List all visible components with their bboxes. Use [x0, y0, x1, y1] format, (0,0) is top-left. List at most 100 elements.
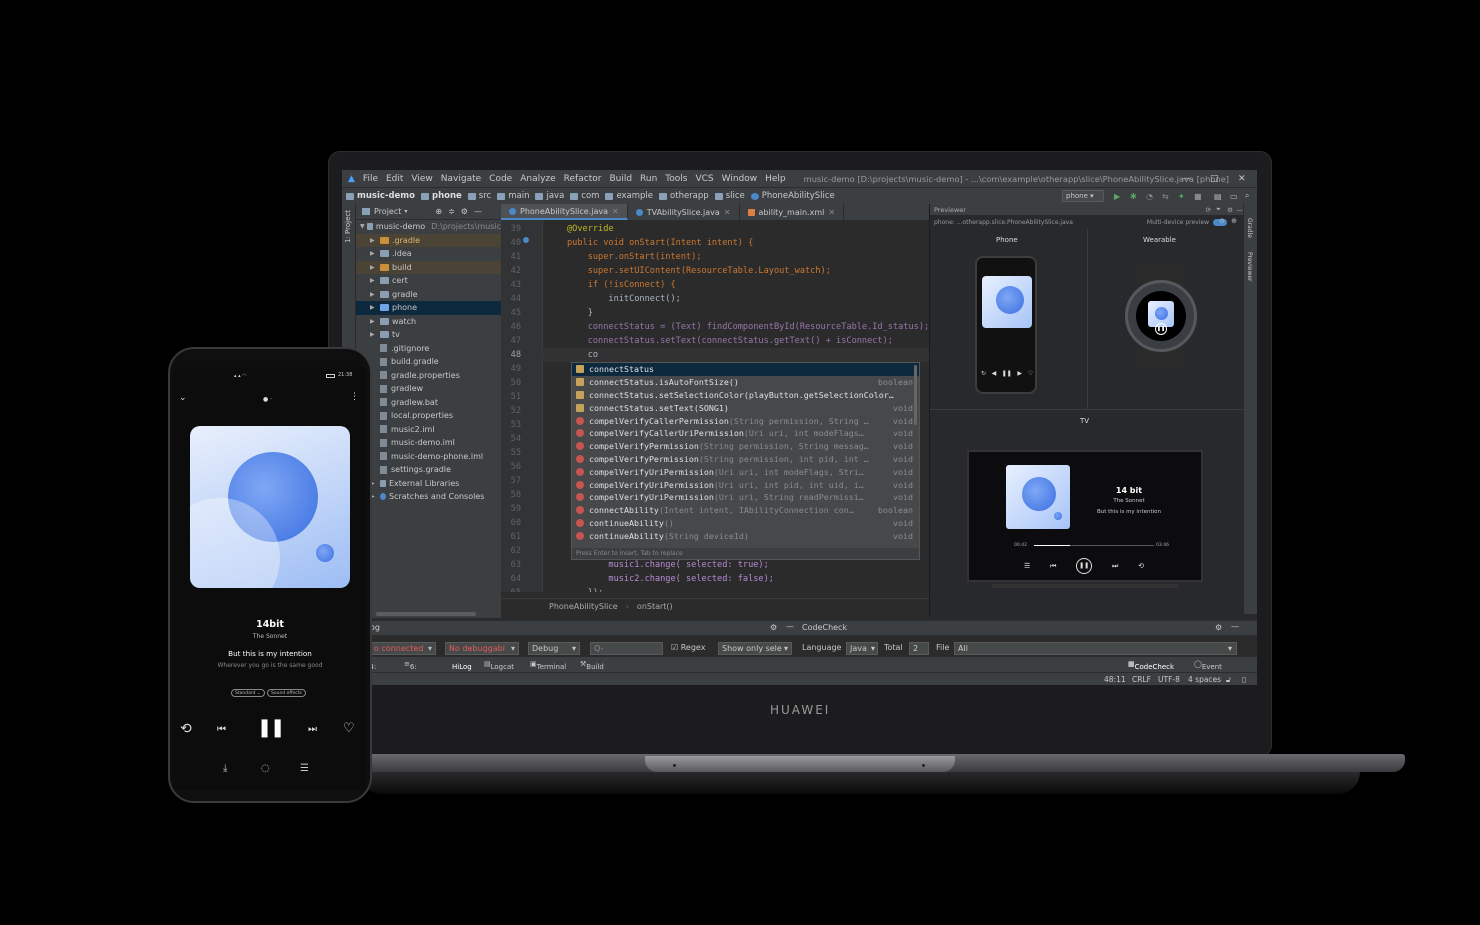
menu-analyze[interactable]: Analyze [520, 174, 555, 184]
tree-item-gradle-properties[interactable]: gradle.properties [356, 369, 501, 383]
tree-item-music-demo-iml[interactable]: music-demo.iml [356, 436, 501, 450]
watch-preview[interactable]: ❚❚ [1125, 280, 1197, 352]
favorite-heart-icon[interactable]: ♡ [343, 721, 355, 736]
crumb-slice[interactable]: slice [714, 191, 745, 201]
completion-item[interactable]: compelVerifyCallerPermission (String perm… [572, 414, 919, 427]
gradle-tool-tab[interactable]: Gradle [1246, 218, 1253, 238]
file-encoding[interactable]: UTF-8 [1158, 675, 1180, 684]
device-manager-icon[interactable]: ✦ [1178, 192, 1185, 201]
locate-icon[interactable]: ⊕ [435, 207, 442, 216]
tree-item-local-properties[interactable]: local.properties [356, 409, 501, 423]
project-view-selector[interactable]: Project [374, 207, 401, 216]
hide-icon[interactable]: — [474, 207, 482, 216]
settings-gear-icon[interactable]: ⚙ [461, 207, 468, 216]
tree-item-settings-gradle[interactable]: settings.gradle [356, 463, 501, 477]
crumb-com[interactable]: com [570, 191, 599, 201]
level-combo[interactable]: Debug ▾ [528, 642, 580, 655]
next-icon[interactable]: ⏭ [308, 724, 317, 735]
project-scrollbar[interactable] [376, 612, 476, 616]
download-icon[interactable]: ⤓ [223, 763, 227, 774]
menu-file[interactable]: File [363, 174, 378, 184]
tree-item-gradle[interactable]: ▶ gradle [356, 288, 501, 302]
notifications-icon[interactable]: ▯ [1242, 675, 1246, 684]
completion-item[interactable]: compelVerifyUriPermission (Uri uri, Strin… [572, 491, 919, 504]
crumb-src[interactable]: src [467, 191, 491, 201]
tree-item-watch[interactable]: ▶ watch [356, 315, 501, 329]
sound-effects-pill[interactable]: Sound effects [267, 689, 306, 697]
device-selector[interactable]: phone ▾ [1062, 190, 1104, 202]
previewer-gear-icon[interactable]: ⚙ [1227, 206, 1233, 214]
menu-code[interactable]: Code [489, 174, 512, 184]
attach-icon[interactable]: ⇆ [1162, 192, 1169, 201]
comment-icon[interactable]: ◌ [261, 763, 270, 774]
completion-item[interactable]: connectStatus.setText(SONG1) void [572, 401, 919, 414]
tree-item-gradlew[interactable]: gradlew [356, 382, 501, 396]
popup-scrollbar[interactable] [914, 365, 917, 425]
pause-icon[interactable]: ❚❚ [257, 717, 285, 738]
tree-item-music2-iml[interactable]: music2.iml [356, 423, 501, 437]
tree-item-build[interactable]: ▶ build [356, 260, 501, 274]
crumb-main[interactable]: main [497, 191, 529, 201]
project-structure-icon[interactable]: ▤ [1214, 192, 1222, 201]
completion-item[interactable]: compelVerifyUriPermission (Uri uri, int m… [572, 465, 919, 478]
crumb-module[interactable]: phone [421, 191, 462, 201]
caret-position[interactable]: 48:11 [1104, 675, 1126, 684]
refresh-icon[interactable]: ⟳ [1206, 206, 1211, 214]
tab-tv-ability-slice[interactable]: TVAbilitySlice.java ✕ [628, 204, 740, 220]
tree-root[interactable]: ▼ music-demo D:\projects\music [356, 220, 501, 234]
phone-preview[interactable]: ↻ ◀ ❚❚ ▶ ♡ [975, 256, 1037, 394]
run-icon[interactable]: ▶ [1114, 192, 1120, 201]
tree-item-cert[interactable]: ▶ cert [356, 274, 501, 288]
debug-icon[interactable]: ✱ [1130, 192, 1137, 201]
more-options-icon[interactable]: ⋮ [350, 392, 359, 402]
tree-item-external-libraries[interactable]: ▶ External Libraries [356, 477, 501, 491]
tree-item-phone[interactable]: ▶ phone [356, 301, 501, 315]
tab-phone-ability-slice[interactable]: PhoneAbilitySlice.java ✕ [501, 204, 628, 220]
tree-item-idea[interactable]: ▶ .idea [356, 247, 501, 261]
close-icon[interactable]: ✕ [1238, 174, 1246, 184]
tree-item-tv[interactable]: ▶ tv [356, 328, 501, 342]
layout-icon[interactable]: ▭ [1230, 192, 1238, 201]
total-field[interactable]: 2 [909, 642, 929, 655]
crumb-project[interactable]: music-demo [346, 191, 415, 201]
menu-tools[interactable]: Tools [665, 174, 687, 184]
menu-refactor[interactable]: Refactor [564, 174, 602, 184]
filter-icon[interactable]: ⏷ [1216, 205, 1221, 214]
completion-item[interactable]: connectStatus [572, 363, 919, 376]
completion-item[interactable]: connectAbility (Intent intent, IAbilityCo… [572, 504, 919, 517]
tab-close-icon[interactable]: ✕ [828, 208, 835, 217]
completion-item[interactable]: connectStatus.isAutoFontSize() boolean [572, 376, 919, 389]
tool-tab-event-log[interactable]: ◯ Event Log [1194, 660, 1222, 679]
tab-close-icon[interactable]: ✕ [612, 207, 619, 216]
codecheck-hide-icon[interactable]: — [1231, 622, 1239, 631]
maximize-icon[interactable]: □ [1210, 174, 1219, 184]
previous-icon[interactable]: ⏮ [217, 724, 226, 735]
tv-preview[interactable]: 14 bit The Sonnet But this is my intenti… [967, 450, 1203, 582]
hilog-hide-icon[interactable]: — [786, 622, 794, 631]
tool-tab-todo[interactable]: ≡ 6: TODO [404, 660, 431, 679]
crumb-otherapp[interactable]: otherapp [659, 191, 709, 201]
language-combo[interactable]: Java ▾ [846, 642, 878, 655]
crumb-java[interactable]: java [535, 191, 564, 201]
menu-run[interactable]: Run [640, 174, 657, 184]
crumb-class[interactable]: PhoneAbilitySlice [750, 191, 835, 201]
hilog-gear-icon[interactable]: ⚙ [770, 623, 777, 632]
completion-item[interactable]: continueAbility() void [572, 517, 919, 530]
file-combo[interactable]: All ▾ [954, 642, 1237, 655]
breadcrumb-method[interactable]: onStart() [637, 602, 673, 611]
menu-edit[interactable]: Edit [386, 174, 403, 184]
zoom-out-icon[interactable]: ⊖ [1219, 217, 1225, 225]
completion-item[interactable]: compelVerifyCallerUriPermission (Uri uri,… [572, 427, 919, 440]
stop-icon[interactable]: ■ [1194, 192, 1202, 201]
menu-window[interactable]: Window [722, 174, 758, 184]
completion-item[interactable]: compelVerifyPermission (String permission… [572, 453, 919, 466]
project-tool-tab[interactable]: 1: Project [344, 210, 352, 243]
lock-icon[interactable]: 🔓︎ [1226, 675, 1231, 685]
previewer-tool-tab[interactable]: Previewer [1246, 252, 1253, 282]
collapse-icon[interactable]: ≑ [448, 207, 455, 216]
tree-item-gradle-dir[interactable]: ▶ .gradle [356, 233, 501, 247]
completion-item[interactable]: connectStatus.setSelectionColor(playButt… [572, 389, 919, 402]
app-combo[interactable]: No debuggabl ▾ [445, 642, 519, 655]
zoom-in-icon[interactable]: ⊕ [1231, 217, 1237, 225]
tool-tab-build[interactable]: ⚒ Build [580, 660, 604, 671]
